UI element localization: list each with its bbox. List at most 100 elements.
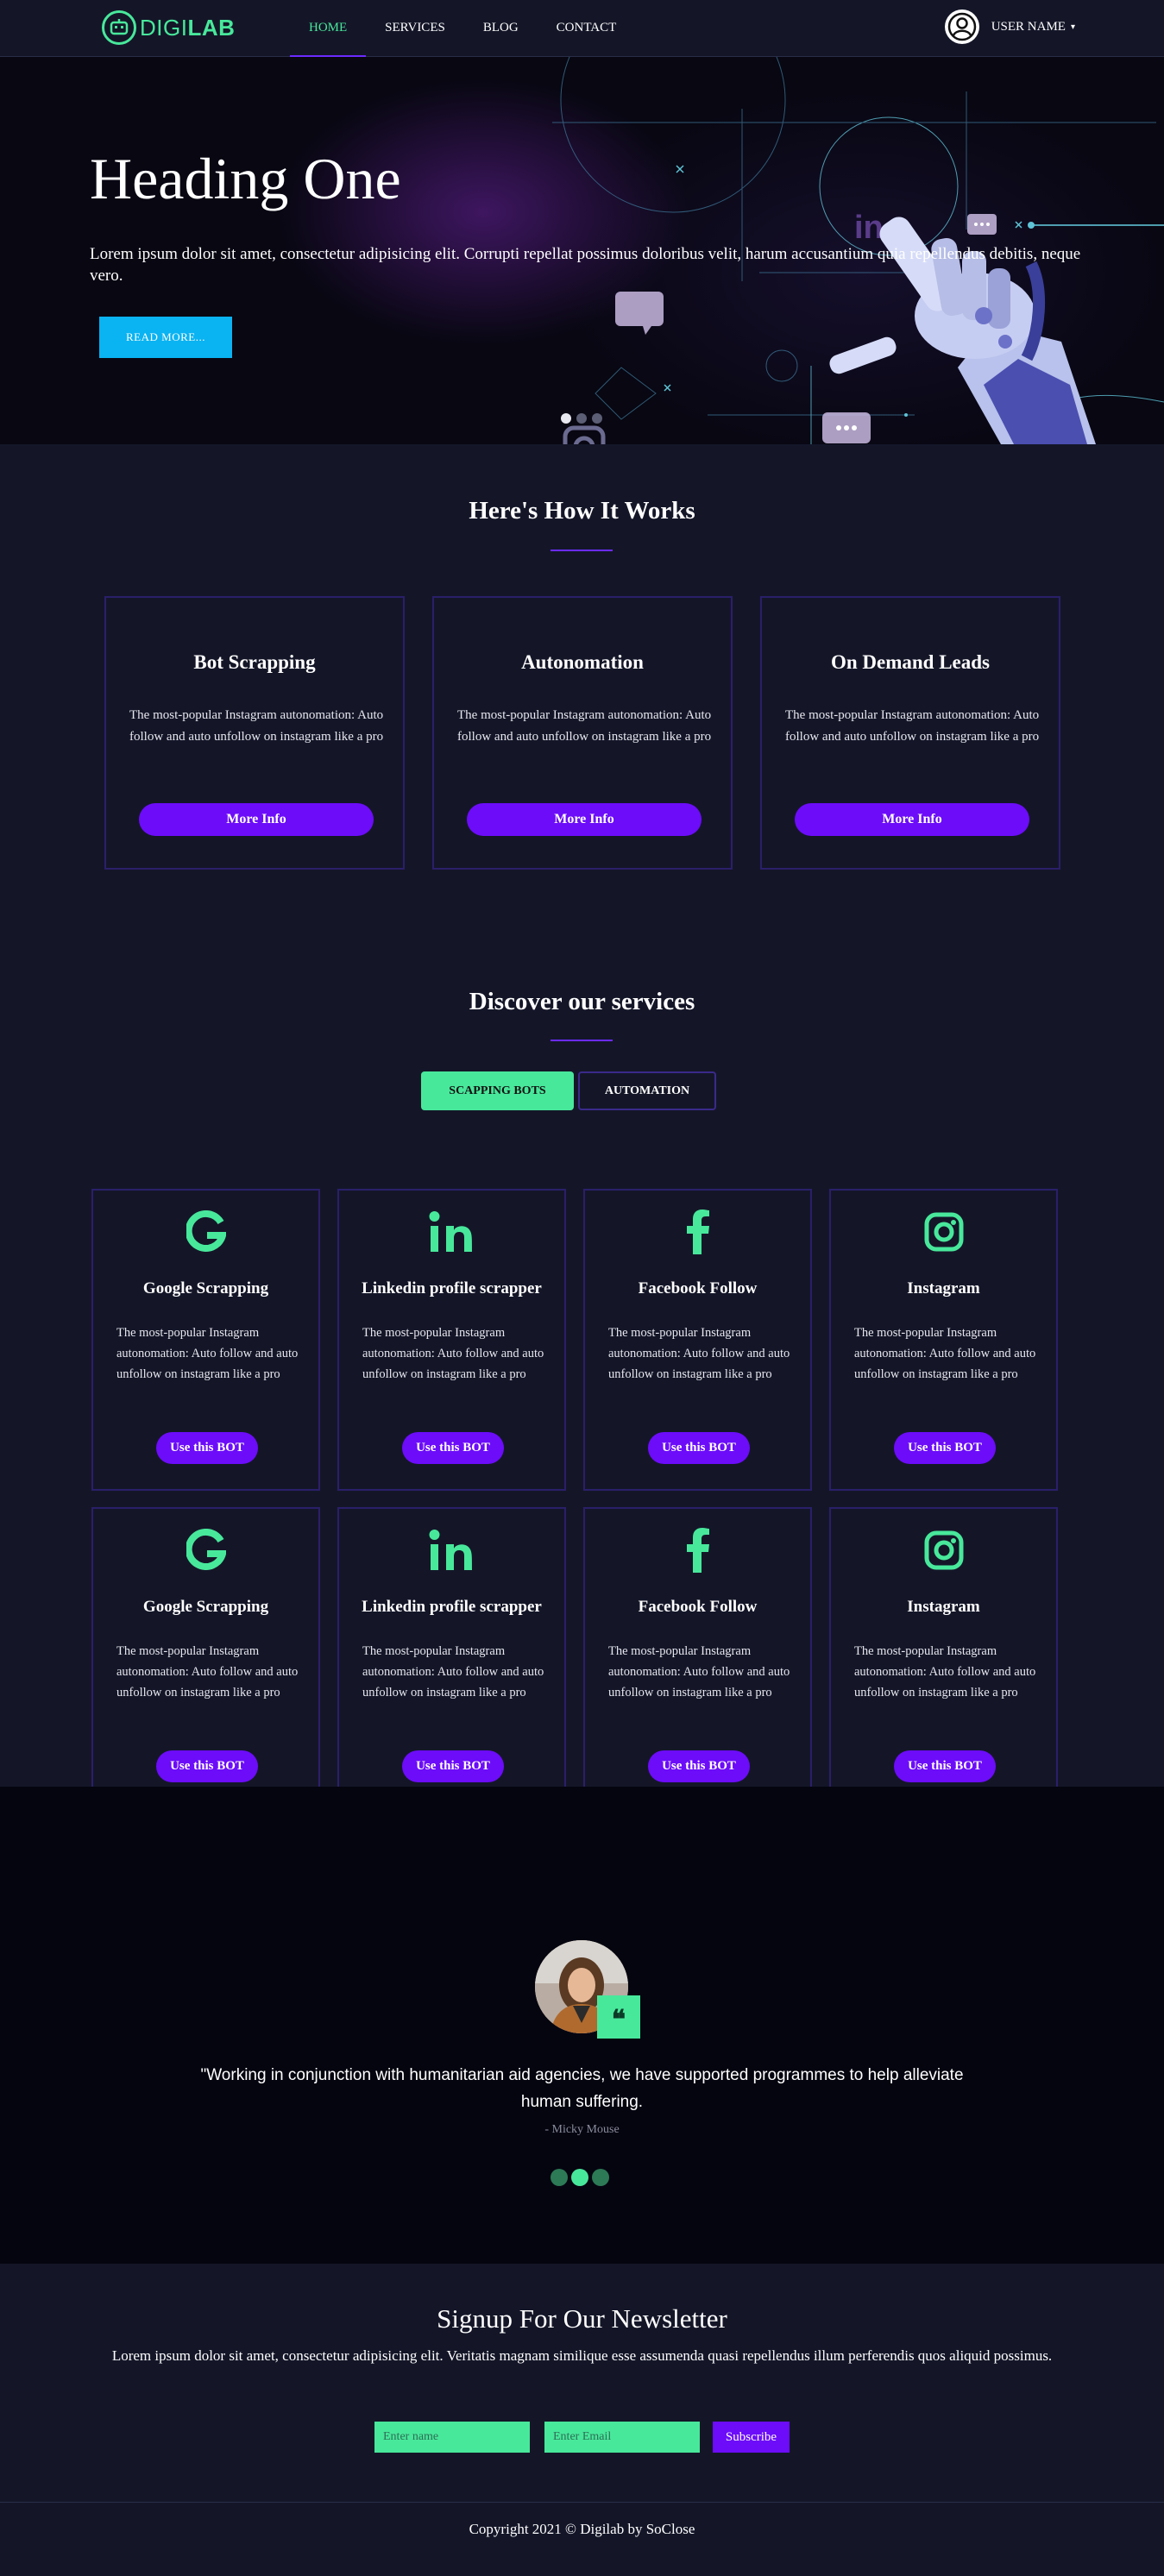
how-card-text: The most-popular Instagram autonomation:…: [457, 708, 712, 744]
name-input[interactable]: [374, 2422, 530, 2453]
copyright-text: Copyright 2021 © Digilab by SoClose: [469, 2521, 695, 2537]
how-card: Bot Scrapping The most-popular Instagram…: [104, 596, 405, 870]
more-info-button[interactable]: More Info: [139, 803, 374, 836]
service-card-title: Facebook Follow: [638, 1598, 758, 1616]
use-bot-button[interactable]: Use this BOT: [402, 1750, 504, 1782]
logo-text: DIGILAB: [140, 15, 235, 41]
services-section-title: Discover our services: [469, 988, 695, 1015]
service-card-title: Linkedin profile scrapper: [362, 1598, 542, 1616]
service-card: Linkedin profile scrapper The most-popul…: [337, 1507, 566, 1809]
service-card-text: The most-popular Instagram autonomation:…: [854, 1326, 1036, 1381]
use-bot-button[interactable]: Use this BOT: [648, 1750, 750, 1782]
how-card-title: Bot Scrapping: [193, 651, 316, 673]
user-name: USER NAME: [991, 19, 1066, 34]
logo-text-part1: DIGI: [140, 14, 188, 41]
more-info-button[interactable]: More Info: [795, 803, 1029, 836]
instagram-icon: [831, 1526, 1056, 1574]
quote-icon: ❝: [597, 1995, 640, 2039]
service-card-title: Google Scrapping: [142, 1279, 269, 1297]
carousel-dot[interactable]: [551, 2169, 568, 2186]
section-divider: [551, 1040, 613, 1041]
how-card-text: The most-popular Instagram autonomation:…: [129, 708, 384, 744]
nav-home[interactable]: HOME: [290, 0, 367, 58]
service-card-text: The most-popular Instagram autonomation:…: [608, 1326, 790, 1381]
user-menu[interactable]: USER NAME ▾: [944, 9, 1075, 44]
hero-title: Heading One: [90, 146, 401, 211]
carousel-dot[interactable]: [576, 413, 587, 424]
testimonial-carousel-dots: [551, 2169, 609, 2186]
carousel-dot[interactable]: [592, 2169, 609, 2186]
service-card-title: Facebook Follow: [638, 1279, 758, 1297]
how-card-title: On Demand Leads: [830, 651, 991, 673]
main-menu: HOME SERVICES BLOG CONTACT: [290, 0, 636, 58]
use-bot-button[interactable]: Use this BOT: [894, 1750, 996, 1782]
google-icon: [93, 1208, 318, 1256]
logo[interactable]: DIGILAB: [102, 10, 235, 45]
service-card: Facebook Follow The most-popular Instagr…: [583, 1507, 812, 1809]
service-card-title: Instagram: [907, 1279, 980, 1297]
email-input[interactable]: [544, 2422, 700, 2453]
use-bot-button[interactable]: Use this BOT: [648, 1432, 750, 1464]
service-card-text: The most-popular Instagram autonomation:…: [362, 1644, 544, 1700]
service-card-title: Instagram: [907, 1598, 980, 1616]
nav-contact[interactable]: CONTACT: [538, 0, 636, 57]
hero-banner: in Heading One Lorem ipsum dolor sit ame…: [0, 57, 1164, 444]
service-card-text: The most-popular Instagram autonomation:…: [362, 1326, 544, 1381]
service-card: Facebook Follow The most-popular Instagr…: [583, 1189, 812, 1491]
service-card: Instagram The most-popular Instagram aut…: [829, 1507, 1058, 1809]
linkedin-icon: [339, 1208, 564, 1256]
service-card: Google Scrapping The most-popular Instag…: [91, 1507, 320, 1809]
robot-face-icon: [102, 10, 136, 45]
service-card-text: The most-popular Instagram autonomation:…: [854, 1644, 1036, 1700]
service-card: Google Scrapping The most-popular Instag…: [91, 1189, 320, 1491]
hero-carousel-dots: [561, 413, 602, 424]
linkedin-icon: [339, 1526, 564, 1574]
more-info-button[interactable]: More Info: [467, 803, 702, 836]
carousel-dot[interactable]: [561, 413, 571, 424]
hero-text: Lorem ipsum dolor sit amet, consectetur …: [90, 245, 1081, 285]
use-bot-button[interactable]: Use this BOT: [156, 1432, 258, 1464]
service-card-text: The most-popular Instagram autonomation:…: [116, 1326, 299, 1381]
newsletter-section: Signup For Our Newsletter Lorem ipsum do…: [0, 2264, 1164, 2503]
read-more-button[interactable]: READ MORE...: [99, 317, 232, 358]
nav-services[interactable]: SERVICES: [366, 0, 464, 57]
top-navbar: DIGILAB HOME SERVICES BLOG CONTACT USER …: [0, 0, 1164, 58]
use-bot-button[interactable]: Use this BOT: [156, 1750, 258, 1782]
subscribe-button[interactable]: Subscribe: [713, 2422, 790, 2453]
section-divider: [551, 550, 613, 551]
carousel-dot[interactable]: [571, 2169, 588, 2186]
svg-text:in: in: [854, 210, 884, 246]
facebook-icon: [585, 1526, 810, 1574]
service-card-text: The most-popular Instagram autonomation:…: [116, 1644, 299, 1700]
how-it-works-section: Here's How It Works Bot Scrapping The mo…: [0, 444, 1164, 914]
how-section-title: Here's How It Works: [469, 497, 695, 525]
how-card: Autonomation The most-popular Instagram …: [432, 596, 733, 870]
nav-blog[interactable]: BLOG: [464, 0, 538, 57]
services-section: Discover our services SCAPPING BOTS AUTO…: [0, 914, 1164, 1809]
service-card-text: The most-popular Instagram autonomation:…: [608, 1644, 790, 1700]
google-icon: [93, 1526, 318, 1574]
how-card: On Demand Leads The most-popular Instagr…: [760, 596, 1060, 870]
tab-automation[interactable]: AUTOMATION: [578, 1071, 716, 1110]
how-card-title: Autonomation: [521, 651, 644, 673]
newsletter-text: Lorem ipsum dolor sit amet, consectetur …: [111, 2347, 1053, 2364]
service-card: Linkedin profile scrapper The most-popul…: [337, 1189, 566, 1491]
testimonial-section: ❝ "Working in conjunction with humanitar…: [0, 1787, 1164, 2264]
logo-text-part2: LAB: [187, 14, 236, 41]
facebook-icon: [585, 1208, 810, 1256]
chevron-down-icon: ▾: [1070, 22, 1075, 32]
tab-scrapping-bots[interactable]: SCAPPING BOTS: [421, 1071, 574, 1110]
service-card: Instagram The most-popular Instagram aut…: [829, 1189, 1058, 1491]
footer: Copyright 2021 © Digilab by SoClose: [0, 2503, 1164, 2556]
testimonial-quote: "Working in conjunction with humanitaria…: [200, 2066, 964, 2111]
carousel-dot[interactable]: [592, 413, 602, 424]
use-bot-button[interactable]: Use this BOT: [402, 1432, 504, 1464]
service-card-title: Google Scrapping: [142, 1598, 269, 1616]
newsletter-title: Signup For Our Newsletter: [437, 2303, 727, 2334]
service-card-title: Linkedin profile scrapper: [362, 1279, 542, 1297]
instagram-icon: [831, 1208, 1056, 1256]
testimonial-author: - Micky Mouse: [544, 2123, 620, 2136]
user-avatar-icon: [944, 9, 979, 44]
use-bot-button[interactable]: Use this BOT: [894, 1432, 996, 1464]
how-card-text: The most-popular Instagram autonomation:…: [785, 708, 1040, 744]
